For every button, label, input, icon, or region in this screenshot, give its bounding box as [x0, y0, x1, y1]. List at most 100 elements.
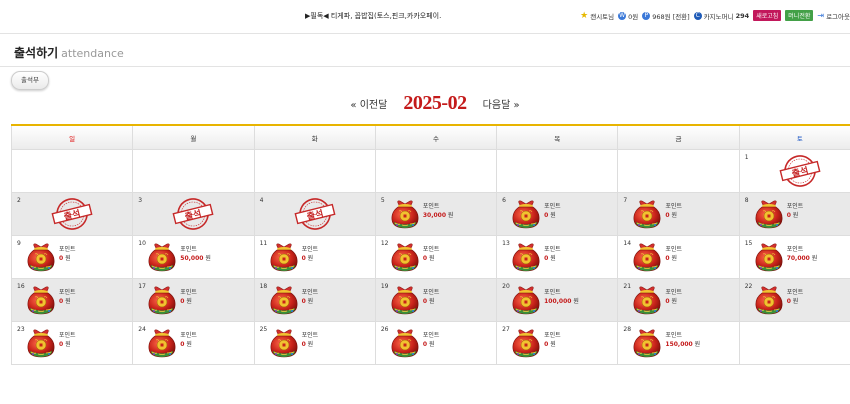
point-amount: 0 [665, 212, 670, 219]
calendar-day-cell: 17 포인트 0 원 [132, 278, 255, 322]
point-info: 포인트 0 원 [180, 331, 197, 349]
calendar-day-cell: 19 포인트 0 원 [374, 278, 498, 322]
weekday-thu: 목 [496, 124, 619, 150]
weekday-sun: 일 [10, 124, 134, 150]
point-amount: 30,000 [422, 212, 446, 219]
day-number: 8 [744, 197, 749, 204]
w-money-value: 0원 [628, 12, 639, 21]
point-label: 포인트 [301, 289, 319, 296]
calendar-day-cell: 8 포인트 0 원 [738, 192, 850, 236]
lucky-pouch-icon [269, 327, 299, 359]
calendar-day-cell [738, 321, 850, 365]
point-unit: 원 [447, 212, 454, 219]
calendar-day-cell: 11 포인트 0 원 [253, 235, 376, 279]
point-unit: 원 [811, 255, 818, 262]
calendar-body: 1 출석 2 출석 3 출석 4 출석 5 포인트 30,000 원 6 포인트 0 원 7 포인트 0 원 8 포… [10, 149, 850, 365]
calendar-day-cell: 20 포인트 100,000 원 [496, 278, 619, 322]
point-label: 포인트 [59, 246, 76, 253]
logout-link[interactable]: ⇥ 로그아웃 [817, 11, 850, 21]
notice-ticker[interactable]: ▶필독◀ 티게파, 꼽밥집(토스,핀크,카카오페이. [305, 11, 441, 21]
refresh-button[interactable]: 새로고침 [753, 10, 782, 21]
point-unit: 원 [307, 298, 314, 305]
point-amount: 0 [301, 341, 306, 348]
day-number: 1 [744, 154, 749, 161]
point-info: 포인트 0 원 [302, 288, 319, 306]
calendar-day-cell: 22 포인트 0 원 [738, 278, 850, 322]
day-number: 17 [138, 283, 146, 290]
point-label: 포인트 [59, 289, 76, 296]
lucky-pouch-icon [511, 327, 541, 359]
point-unit: 원 [671, 212, 678, 219]
point-unit: 원 [205, 255, 211, 262]
page-subtitle: attendance [61, 47, 124, 60]
point-label: 포인트 [544, 203, 561, 210]
point-label: 포인트 [422, 203, 440, 210]
point-info: 포인트 70,000 원 [787, 245, 818, 263]
calendar-day-cell: 7 포인트 0 원 [617, 192, 740, 236]
day-number: 25 [259, 326, 268, 333]
point-label: 포인트 [544, 332, 561, 339]
point-info: 포인트 0 원 [59, 288, 76, 306]
point-info: 포인트 0 원 [423, 245, 440, 263]
point-amount: 0 [59, 298, 64, 305]
weekday-fri: 금 [617, 124, 740, 150]
day-number: 15 [744, 240, 753, 247]
lucky-pouch-icon [26, 327, 56, 359]
money-convert-button[interactable]: 머니전환 [785, 10, 814, 21]
day-number: 27 [502, 326, 510, 333]
point-label: 포인트 [59, 332, 76, 339]
user-bar: ★ 캔시토님 W 0원 P 968원 [전환] C 카지노머니 294 새로고침 머니전환 … [580, 10, 850, 21]
point-info: 포인트 100,000 원 [544, 288, 579, 306]
point-label: 포인트 [786, 289, 804, 296]
calendar-day-cell [496, 149, 619, 193]
day-number: 20 [502, 283, 510, 290]
w-coin-icon: W [618, 11, 627, 20]
point-amount: 0 [665, 298, 670, 305]
calendar-day-cell: 6 포인트 0 원 [496, 192, 619, 236]
point-info: 포인트 0 원 [787, 288, 804, 306]
day-number: 4 [259, 197, 264, 204]
point-info: 포인트 0 원 [544, 245, 561, 263]
point-convert-link[interactable]: [전환] [673, 11, 690, 21]
point-amount: 150,000 [665, 341, 693, 348]
attendance-book-button[interactable]: 출석부 [11, 71, 49, 90]
month-navigation: « 이전달 2025-02 다음달 » [0, 92, 850, 115]
next-month-link[interactable]: 다음달 » [483, 100, 520, 111]
point-amount: 0 [59, 255, 64, 262]
point-amount: 0 [544, 341, 549, 348]
lucky-pouch-icon [147, 327, 177, 359]
point-amount: 0 [786, 298, 791, 305]
day-number: 21 [623, 283, 632, 290]
point-unit: 원 [186, 298, 192, 305]
calendar-day-cell [374, 149, 498, 193]
point-unit: 원 [307, 341, 314, 348]
point-unit: 원 [550, 255, 556, 262]
calendar-day-cell: 26 포인트 0 원 [374, 321, 498, 365]
point-info: 포인트 30,000 원 [423, 202, 454, 220]
point-label: 포인트 [301, 246, 319, 253]
point-label: 포인트 [786, 246, 804, 253]
calendar-day-cell: 21 포인트 0 원 [617, 278, 740, 322]
lucky-pouch-icon [26, 284, 56, 316]
day-number: 3 [138, 197, 143, 204]
point-info: 포인트 0 원 [665, 245, 682, 263]
prev-month-link[interactable]: « 이전달 [350, 100, 387, 111]
point-amount: 0 [544, 212, 549, 219]
day-number: 10 [138, 240, 146, 247]
title-row: 출석하기 attendance [0, 34, 850, 67]
point-unit: 원 [671, 255, 678, 262]
point-unit: 원 [307, 255, 314, 262]
day-number: 7 [623, 197, 628, 204]
point-amount: 0 [422, 255, 428, 262]
user-name-item[interactable]: ★ 캔시토님 [580, 11, 614, 21]
weekday-tue: 화 [253, 124, 376, 150]
user-name: 캔시토님 [590, 12, 615, 21]
calendar-week-row: 9 포인트 0 원 10 포인트 50,000 원 11 포인트 0 원 12 포인트 0 원 13 포인… [10, 235, 850, 279]
calendar-day-cell: 1 출석 [738, 149, 850, 193]
point-label: 포인트 [180, 246, 197, 253]
calendar-day-cell: 12 포인트 0 원 [374, 235, 498, 279]
day-number: 28 [623, 326, 632, 333]
point-label: 포인트 [422, 332, 440, 339]
calendar-day-cell: 10 포인트 50,000 원 [132, 235, 255, 279]
point-unit: 원 [573, 298, 579, 305]
